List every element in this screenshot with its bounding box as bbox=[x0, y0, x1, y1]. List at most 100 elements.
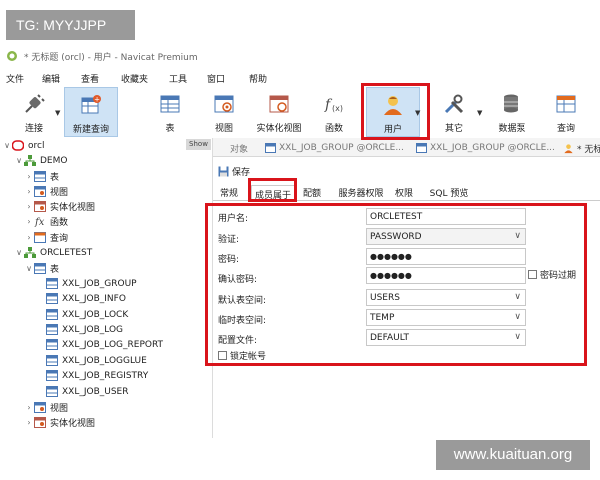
user-icon bbox=[564, 143, 573, 153]
tree-table-row[interactable]: XXL_JOB_LOGGLUE bbox=[46, 353, 147, 368]
chevron-right-icon[interactable]: › bbox=[24, 403, 34, 412]
tree-item-orcletest-views[interactable]: › 视图 bbox=[24, 400, 68, 415]
chevron-down-icon[interactable]: ∨ bbox=[14, 248, 24, 257]
new-query-button[interactable]: + 新建查询 bbox=[64, 87, 118, 137]
materialized-view-label: 实体化视图 bbox=[256, 124, 302, 134]
navicat-app-icon bbox=[7, 51, 17, 61]
floppy-disk-icon bbox=[218, 166, 229, 176]
tree-item-demo-functions[interactable]: › fx 函数 bbox=[24, 214, 68, 229]
view-icon bbox=[34, 186, 46, 197]
tree-item-demo-mviews[interactable]: › 实体化视图 bbox=[24, 199, 95, 214]
tab-xxl-job-group-2[interactable]: XXL_JOB_GROUP @ORCLE... bbox=[416, 140, 555, 156]
username-label: 用户名: bbox=[218, 214, 249, 224]
menu-window[interactable]: 窗口 bbox=[207, 72, 225, 85]
checkbox-box[interactable] bbox=[218, 351, 227, 360]
tab-xxl-job-group-1[interactable]: XXL_JOB_GROUP @ORCLE... bbox=[265, 140, 404, 156]
chevron-down-icon[interactable]: ∨ bbox=[14, 156, 24, 165]
table-label: 表 bbox=[165, 124, 175, 134]
username-input[interactable]: ORCLETEST bbox=[366, 208, 526, 225]
function-button[interactable]: f (x) 函数 bbox=[314, 87, 354, 137]
chevron-right-icon[interactable]: › bbox=[24, 202, 34, 211]
tab-server-privileges[interactable]: 服务器权限 bbox=[335, 185, 387, 200]
table-icon bbox=[46, 324, 58, 335]
query-button[interactable]: 查询 bbox=[546, 87, 586, 137]
profile-label: 配置文件: bbox=[218, 336, 258, 346]
table-icon bbox=[265, 143, 276, 153]
password-expired-checkbox[interactable]: 密码过期 bbox=[528, 268, 576, 281]
save-button[interactable]: 保存 bbox=[218, 165, 250, 178]
svg-text:(x): (x) bbox=[332, 104, 343, 113]
database-icon bbox=[499, 91, 525, 117]
tree-table-row[interactable]: XXL_JOB_REGISTRY bbox=[46, 368, 148, 383]
schema-icon bbox=[24, 247, 36, 258]
checkbox-box[interactable] bbox=[528, 270, 537, 279]
chevron-down-icon[interactable]: ∨ bbox=[2, 141, 12, 150]
connect-button[interactable]: 连接 bbox=[12, 87, 56, 137]
tab-objects[interactable]: 对象 bbox=[230, 140, 248, 156]
tab-member-of[interactable]: 成员属于 bbox=[251, 185, 295, 202]
profile-select[interactable]: DEFAULT bbox=[366, 329, 526, 346]
menu-help[interactable]: 帮助 bbox=[249, 72, 267, 85]
tree-schema-demo[interactable]: ∨ DEMO bbox=[14, 153, 67, 168]
tree-item-demo-views[interactable]: › 视图 bbox=[24, 184, 68, 199]
chevron-right-icon[interactable]: › bbox=[24, 418, 34, 427]
chevron-down-icon[interactable]: ∨ bbox=[24, 264, 34, 273]
lock-account-checkbox[interactable]: 锁定帐号 bbox=[218, 349, 266, 362]
tree-table-row[interactable]: XXL_JOB_LOG_REPORT bbox=[46, 337, 163, 352]
view-button[interactable]: 视图 bbox=[204, 87, 244, 137]
tree-item-orcletest-mviews[interactable]: › 实体化视图 bbox=[24, 415, 95, 430]
plug-icon bbox=[21, 91, 47, 117]
tab-untitled-user[interactable]: * 无标 bbox=[563, 140, 600, 156]
default-tablespace-select[interactable]: USERS bbox=[366, 289, 526, 306]
tree-item-orcletest-tables[interactable]: ∨ 表 bbox=[24, 261, 59, 276]
connect-dropdown-icon[interactable]: ▼ bbox=[55, 109, 60, 117]
tree-schema-orcletest[interactable]: ∨ ORCLETEST bbox=[14, 245, 92, 260]
confirm-password-input[interactable]: ●●●●●● bbox=[366, 267, 526, 284]
tree-table-row[interactable]: XXL_JOB_USER bbox=[46, 384, 129, 399]
datasource-label: 数据泵 bbox=[498, 124, 526, 134]
tree-connection-orcl[interactable]: ∨ orcl bbox=[2, 138, 44, 153]
tree-table-row[interactable]: XXL_JOB_INFO bbox=[46, 291, 126, 306]
tree-table-row[interactable]: XXL_JOB_GROUP bbox=[46, 276, 137, 291]
tree-table-row[interactable]: XXL_JOB_LOCK bbox=[46, 307, 128, 322]
password-input[interactable]: ●●●●●● bbox=[366, 248, 526, 265]
table-icon bbox=[34, 171, 46, 182]
chevron-right-icon[interactable]: › bbox=[24, 172, 34, 181]
new-query-icon: + bbox=[78, 92, 104, 118]
tree-table-row[interactable]: XXL_JOB_LOG bbox=[46, 322, 123, 337]
query-icon bbox=[553, 91, 579, 117]
chevron-right-icon[interactable]: › bbox=[24, 217, 34, 226]
menu-edit[interactable]: 编辑 bbox=[42, 72, 60, 85]
tree-item-demo-queries[interactable]: › 查询 bbox=[24, 230, 68, 245]
materialized-view-button[interactable]: 实体化视图 bbox=[252, 87, 306, 137]
chevron-right-icon[interactable]: › bbox=[24, 233, 34, 242]
materialized-view-icon bbox=[266, 91, 292, 117]
menu-file[interactable]: 文件 bbox=[6, 72, 24, 85]
menu-favorites[interactable]: 收藏夹 bbox=[121, 72, 148, 85]
tree-item-demo-tables[interactable]: › 表 bbox=[24, 169, 59, 184]
chevron-right-icon[interactable]: › bbox=[24, 187, 34, 196]
table-button[interactable]: 表 bbox=[150, 87, 190, 137]
menu-bar: 文件 编辑 查看 收藏夹 工具 窗口 帮助 bbox=[0, 70, 600, 86]
tab-privileges[interactable]: 权限 bbox=[391, 185, 417, 200]
menu-view[interactable]: 查看 bbox=[81, 72, 99, 85]
materialized-view-icon bbox=[34, 417, 46, 428]
tab-quota[interactable]: 配额 bbox=[299, 185, 325, 200]
temp-tablespace-select[interactable]: TEMP bbox=[366, 309, 526, 326]
datasource-button[interactable]: 数据泵 bbox=[492, 87, 532, 137]
other-button[interactable]: 其它 bbox=[434, 87, 474, 137]
auth-select[interactable]: PASSWORD bbox=[366, 228, 526, 245]
oracle-connection-icon bbox=[12, 140, 24, 151]
editor-tab-bar: 对象 XXL_JOB_GROUP @ORCLE... XXL_JOB_GROUP… bbox=[213, 138, 600, 157]
table-icon bbox=[46, 386, 58, 397]
menu-tools[interactable]: 工具 bbox=[169, 72, 187, 85]
table-icon bbox=[46, 293, 58, 304]
password-label: 密码: bbox=[218, 255, 240, 265]
user-dropdown-icon[interactable]: ▼ bbox=[415, 109, 420, 117]
tab-general[interactable]: 常规 bbox=[216, 185, 242, 200]
tab-sql-preview[interactable]: SQL 预览 bbox=[425, 185, 473, 200]
other-dropdown-icon[interactable]: ▼ bbox=[477, 109, 482, 117]
navigation-tree: ∨ orcl ∨ DEMO › 表 › 视图 › 实体化视图 › fx 函数 ›… bbox=[0, 138, 212, 438]
user-button[interactable]: 用户 bbox=[366, 87, 420, 137]
view-icon bbox=[34, 402, 46, 413]
